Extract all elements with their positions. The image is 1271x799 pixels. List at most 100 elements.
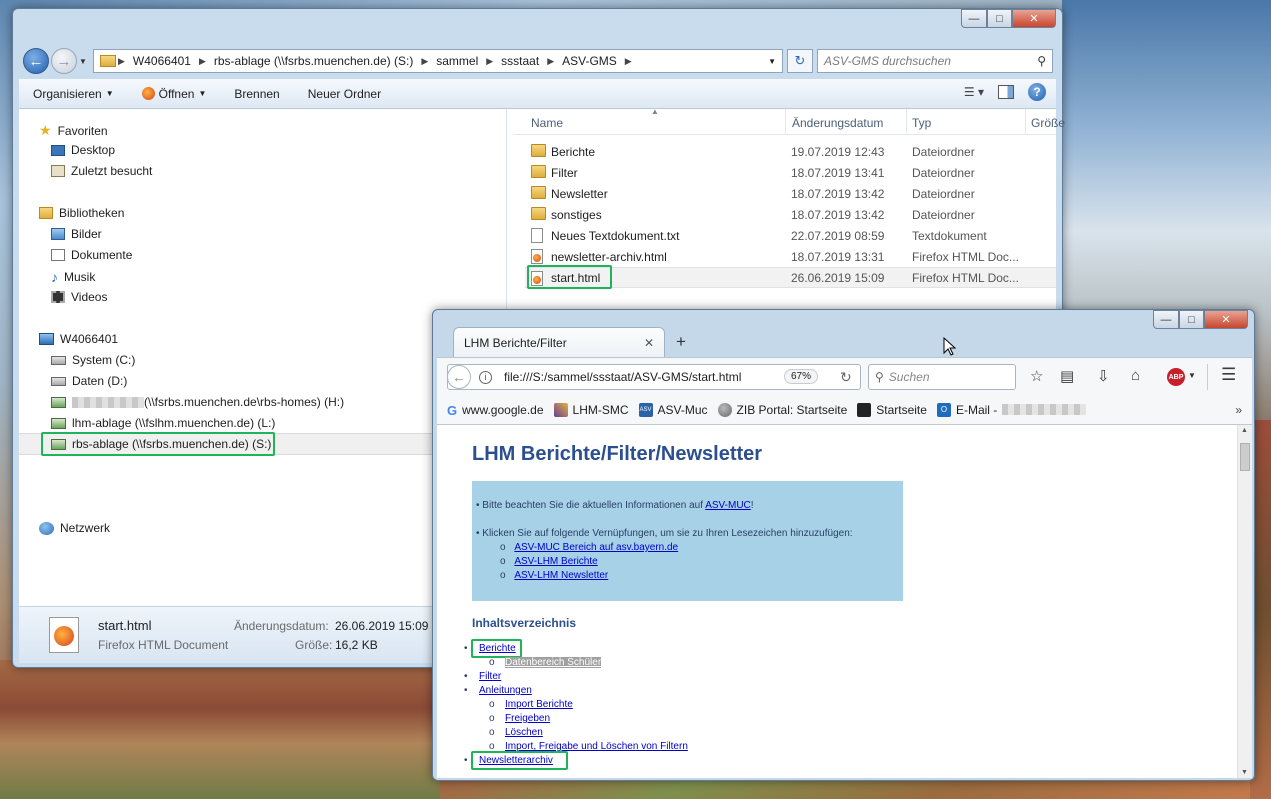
column-divider bbox=[785, 109, 786, 135]
view-options-icon[interactable]: ☰ ▾ bbox=[964, 85, 984, 99]
breadcrumb-item-asv-gms[interactable]: ASV-GMS bbox=[556, 54, 623, 68]
nav-favorites[interactable]: ★ Favoriten bbox=[39, 122, 108, 139]
search-icon[interactable]: ⚲ bbox=[1037, 54, 1046, 68]
back-button[interactable]: ← bbox=[447, 365, 471, 389]
column-date[interactable]: Änderungsdatum bbox=[792, 116, 883, 130]
toc-filter-link[interactable]: Filter bbox=[479, 671, 501, 682]
nav-lhm-drive[interactable]: lhm-ablage (\\fslhm.muenchen.de) (L:) bbox=[51, 416, 275, 430]
maximize-button[interactable]: □ bbox=[1179, 310, 1204, 329]
bullet: • bbox=[464, 671, 468, 682]
folder-icon bbox=[100, 55, 116, 67]
url-bar[interactable]: ← i file:///S:/sammel/ssstaat/ASV-GMS/st… bbox=[447, 364, 861, 390]
search-input[interactable]: ⚲ Suchen bbox=[868, 364, 1016, 390]
bookmark-startseite[interactable]: Startseite bbox=[857, 402, 927, 417]
toc-loeschen-link[interactable]: Löschen bbox=[505, 727, 543, 738]
help-icon[interactable]: ? bbox=[1028, 83, 1046, 101]
zoom-indicator[interactable]: 67% bbox=[784, 369, 819, 384]
home-icon[interactable]: ⌂ bbox=[1131, 367, 1140, 384]
nav-label: Favoriten bbox=[57, 123, 108, 138]
nav-network[interactable]: Netzwerk bbox=[39, 521, 110, 535]
adblock-icon[interactable]: ABP bbox=[1167, 368, 1185, 386]
bookmark-google[interactable]: Gwww.google.de bbox=[447, 403, 544, 418]
highlight-box bbox=[471, 639, 522, 658]
file-row[interactable]: Berichte 19.07.2019 12:43 Dateiordner bbox=[525, 141, 1056, 162]
breadcrumb-item-computer[interactable]: W4066401 bbox=[127, 54, 197, 68]
asv-lhm-berichte-link[interactable]: ASV-LHM Berichte bbox=[514, 556, 597, 567]
desktop-ground bbox=[0, 660, 440, 799]
bookmark-lhm-smc[interactable]: LHM-SMC bbox=[553, 402, 629, 417]
column-type[interactable]: Typ bbox=[912, 116, 931, 130]
bookmark-email[interactable]: O E-Mail - bbox=[936, 402, 1087, 417]
new-tab-button[interactable]: + bbox=[676, 332, 686, 352]
nav-system-drive[interactable]: System (C:) bbox=[51, 353, 135, 367]
scrollbar-thumb[interactable] bbox=[1240, 443, 1250, 471]
search-placeholder: Suchen bbox=[888, 370, 930, 384]
nav-label: System (C:) bbox=[72, 353, 136, 367]
forward-button[interactable]: → bbox=[51, 48, 77, 74]
preview-pane-icon[interactable] bbox=[998, 85, 1014, 99]
file-row[interactable]: sonstiges 18.07.2019 13:42 Dateiordner bbox=[525, 204, 1056, 225]
browser-tab[interactable]: LHM Berichte/Filter ✕ bbox=[453, 327, 665, 357]
burn-button[interactable]: Brennen bbox=[220, 87, 293, 101]
breadcrumb-item-drive[interactable]: rbs-ablage (\\fsrbs.muenchen.de) (S:) bbox=[208, 54, 419, 68]
chevron-right-icon[interactable]: » bbox=[1235, 403, 1242, 417]
scroll-up-icon[interactable]: ▲ bbox=[1241, 427, 1248, 434]
nav-computer[interactable]: W4066401 bbox=[39, 332, 118, 346]
file-row[interactable]: Neues Textdokument.txt 22.07.2019 08:59 Te… bbox=[525, 225, 1056, 246]
nav-homes-drive[interactable]: (\\fsrbs.muenchen.de\rbs-homes) (H:) bbox=[51, 395, 344, 409]
asv-muc-link[interactable]: ASV-MUC bbox=[705, 500, 751, 511]
bookmark-asv-muc[interactable]: ASV ASV-Muc bbox=[638, 402, 708, 417]
nav-documents[interactable]: Dokumente bbox=[51, 248, 132, 262]
new-folder-button[interactable]: Neuer Ordner bbox=[294, 87, 395, 101]
asv-lhm-newsletter-link[interactable]: ASV-LHM Newsletter bbox=[514, 570, 608, 581]
close-button[interactable]: ✕ bbox=[1204, 310, 1248, 329]
toc-freigeben-link[interactable]: Freigeben bbox=[505, 713, 550, 724]
maximize-button[interactable]: □ bbox=[987, 9, 1012, 28]
search-input[interactable]: ASV-GMS durchsuchen ⚲ bbox=[817, 49, 1053, 73]
open-button[interactable]: Öffnen ▼ bbox=[128, 87, 221, 101]
breadcrumb-dropdown-icon[interactable]: ▼ bbox=[768, 57, 776, 66]
nav-videos[interactable]: Videos bbox=[51, 290, 107, 304]
chevron-down-icon[interactable]: ▼ bbox=[1188, 371, 1196, 380]
minimize-button[interactable]: — bbox=[1153, 310, 1179, 329]
nav-music[interactable]: ♪ Musik bbox=[51, 269, 95, 285]
column-name[interactable]: Name bbox=[531, 116, 563, 130]
nav-desktop[interactable]: Desktop bbox=[51, 143, 115, 157]
download-icon[interactable]: ⇩ bbox=[1097, 367, 1110, 385]
breadcrumb-item-ssstaat[interactable]: ssstaat bbox=[495, 54, 545, 68]
nav-recent[interactable]: Zuletzt besucht bbox=[51, 164, 152, 178]
nav-libraries[interactable]: Bibliotheken bbox=[39, 206, 124, 220]
reload-icon[interactable]: ↻ bbox=[840, 369, 852, 386]
file-row[interactable]: newsletter-archiv.html 18.07.2019 13:31 Fi… bbox=[525, 246, 1056, 267]
toc-datenbereich-link[interactable]: Datenbereich Schüler bbox=[505, 657, 602, 668]
asv-bayern-link[interactable]: ASV-MUC Bereich auf asv.bayern.de bbox=[514, 542, 678, 553]
scroll-down-icon[interactable]: ▼ bbox=[1241, 769, 1248, 776]
file-name: Newsletter bbox=[551, 186, 608, 201]
history-dropdown-icon[interactable]: ▼ bbox=[79, 57, 87, 66]
file-row[interactable]: Filter 18.07.2019 13:41 Dateiordner bbox=[525, 162, 1056, 183]
close-button[interactable]: ✕ bbox=[1012, 9, 1056, 28]
info-icon[interactable]: i bbox=[479, 370, 492, 384]
reading-list-icon[interactable]: ▤ bbox=[1060, 367, 1074, 385]
page-scrollbar[interactable]: ▲ ▼ bbox=[1237, 425, 1252, 778]
nav-pictures[interactable]: Bilder bbox=[51, 227, 102, 241]
refresh-button[interactable]: ↻ bbox=[787, 49, 813, 73]
file-row[interactable]: Newsletter 18.07.2019 13:42 Dateiordner bbox=[525, 183, 1056, 204]
bookmark-zib-portal[interactable]: ZIB Portal: Startseite bbox=[717, 402, 847, 417]
pictures-icon bbox=[51, 228, 65, 240]
bookmark-star-icon[interactable]: ☆ bbox=[1030, 367, 1043, 385]
column-size[interactable]: Größe bbox=[1031, 116, 1065, 130]
nav-data-drive[interactable]: Daten (D:) bbox=[51, 374, 127, 388]
menu-icon[interactable]: ☰ bbox=[1221, 365, 1236, 385]
toc-anleitungen-link[interactable]: Anleitungen bbox=[479, 685, 532, 696]
highlight-box bbox=[527, 265, 612, 289]
back-button[interactable]: ← bbox=[23, 48, 49, 74]
toc-import-link[interactable]: Import Berichte bbox=[505, 699, 573, 710]
info-line-2: • Klicken Sie auf folgende Vernüpfungen,… bbox=[476, 528, 853, 539]
html-document-icon bbox=[49, 617, 79, 653]
tab-close-icon[interactable]: ✕ bbox=[644, 336, 654, 350]
breadcrumb[interactable]: ▶ W4066401 ▶ rbs-ablage (\\fsrbs.muenche… bbox=[93, 49, 783, 73]
minimize-button[interactable]: — bbox=[961, 9, 987, 28]
breadcrumb-item-sammel[interactable]: sammel bbox=[430, 54, 484, 68]
organize-button[interactable]: Organisieren ▼ bbox=[19, 87, 128, 101]
